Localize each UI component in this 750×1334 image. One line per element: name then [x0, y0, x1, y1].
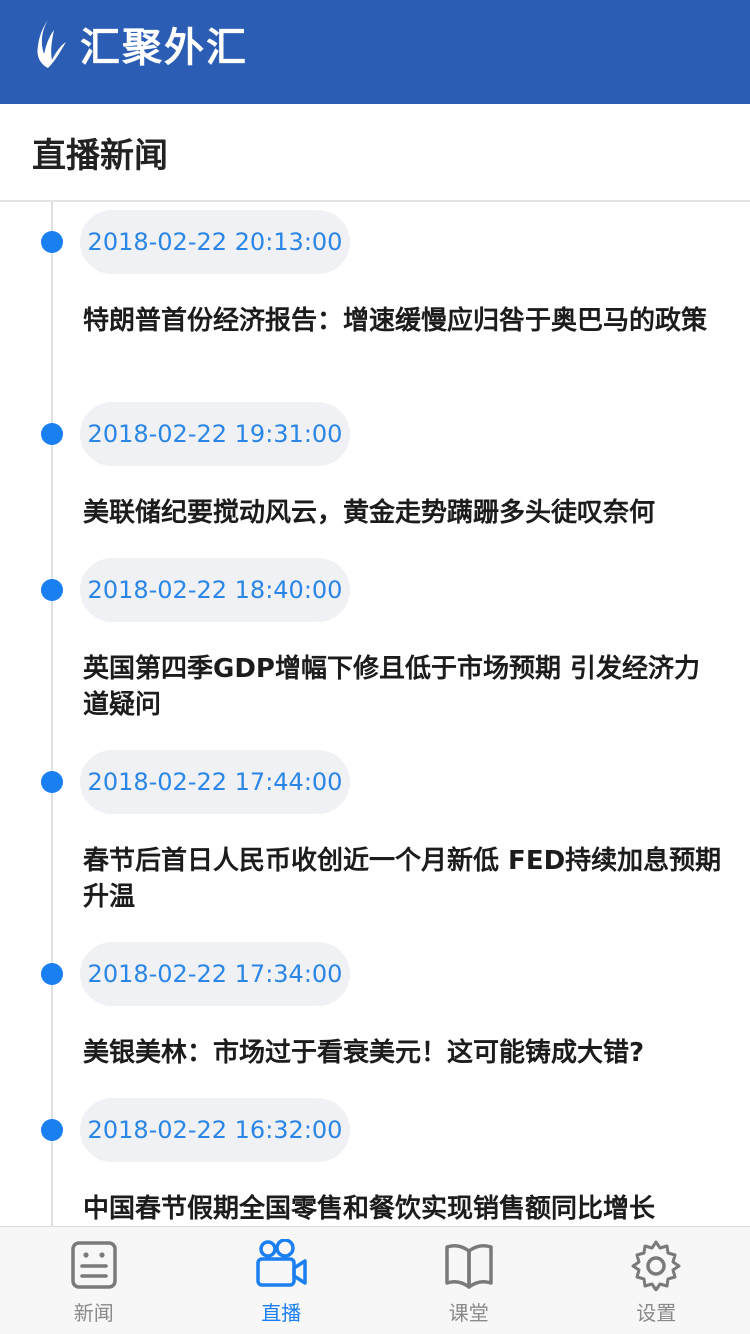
app-root: 汇聚外汇 直播新闻 2018-02-22 20:13:00 特朗普首份经济报告：… — [0, 0, 750, 1334]
news-headline[interactable]: 英国第四季GDP增幅下修且低于市场预期 引发经济力道疑问 — [83, 651, 723, 723]
brand-logo: 汇聚外汇 — [34, 15, 248, 73]
video-camera-icon — [256, 1239, 307, 1287]
app-header: 汇聚外汇 — [0, 0, 750, 104]
gear-icon — [631, 1240, 681, 1291]
tab-label: 直播 — [261, 1301, 302, 1325]
news-time-badge: 2018-02-22 16:32:00 — [80, 1098, 350, 1162]
news-time-badge: 2018-02-22 18:40:00 — [80, 558, 350, 622]
tab-classroom[interactable]: 课堂 — [375, 1227, 563, 1334]
news-headline[interactable]: 春节后首日人民币收创近一个月新低 FED持续加息预期升温 — [83, 843, 723, 915]
tab-live[interactable]: 直播 — [188, 1227, 376, 1334]
timeline-line — [51, 202, 53, 1226]
tab-label: 设置 — [636, 1301, 677, 1325]
timeline-dot — [41, 963, 63, 985]
timeline-dot — [41, 771, 63, 793]
news-feed[interactable]: 2018-02-22 20:13:00 特朗普首份经济报告：增速缓慢应归咎于奥巴… — [0, 202, 750, 1226]
news-time-badge: 2018-02-22 17:34:00 — [80, 942, 350, 1006]
news-time-badge: 2018-02-22 20:13:00 — [80, 210, 350, 274]
book-icon — [445, 1244, 493, 1289]
brand-name: 汇聚外汇 — [80, 25, 248, 71]
news-time-badge: 2018-02-22 19:31:00 — [80, 402, 350, 466]
timeline-dot — [41, 1119, 63, 1141]
wing-logo-icon — [37, 20, 66, 68]
timeline-dot — [41, 231, 63, 253]
news-headline[interactable]: 特朗普首份经济报告：增速缓慢应归咎于奥巴马的政策 — [83, 303, 723, 339]
tab-settings[interactable]: 设置 — [563, 1227, 750, 1334]
news-headline[interactable]: 美银美林：市场过于看衰美元！这可能铸成大错? — [83, 1035, 723, 1071]
news-time-badge: 2018-02-22 17:44:00 — [80, 750, 350, 814]
timeline-dot — [41, 579, 63, 601]
news-headline[interactable]: 美联储纪要搅动风云，黄金走势蹒跚多头徒叹奈何 — [83, 495, 723, 531]
section-header: 直播新闻 — [0, 104, 750, 202]
news-headline[interactable]: 中国春节假期全国零售和餐饮实现销售额同比增长 — [83, 1191, 723, 1226]
tab-label: 课堂 — [448, 1301, 489, 1325]
news-icon — [71, 1241, 117, 1289]
tab-label: 新闻 — [73, 1301, 114, 1325]
timeline-dot — [41, 423, 63, 445]
tab-news[interactable]: 新闻 — [0, 1227, 188, 1334]
bottom-tab-bar: 新闻 直播 课堂 设置 — [0, 1226, 750, 1334]
page-title: 直播新闻 — [32, 135, 168, 176]
